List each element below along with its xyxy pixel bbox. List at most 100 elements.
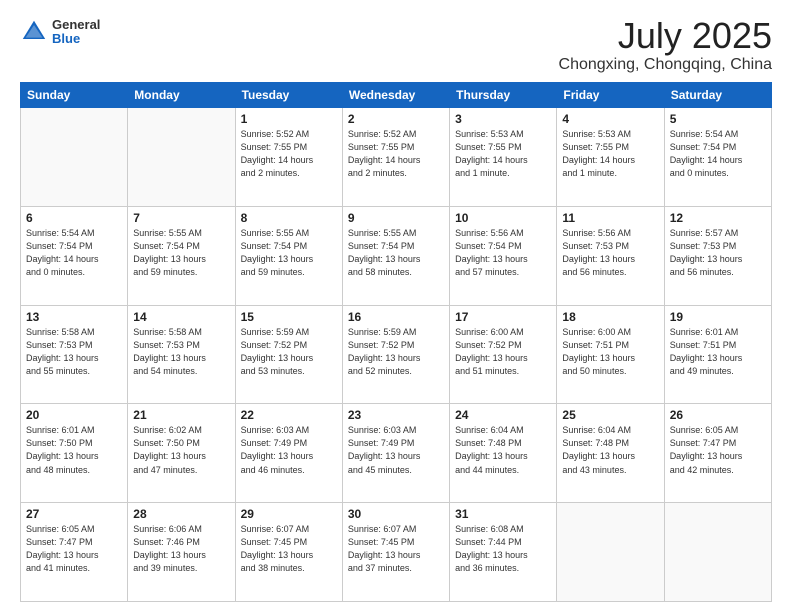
day-number: 4 [562,112,658,126]
day-info: Sunrise: 5:55 AM Sunset: 7:54 PM Dayligh… [348,227,444,279]
day-info: Sunrise: 6:01 AM Sunset: 7:51 PM Dayligh… [670,326,766,378]
day-number: 9 [348,211,444,225]
calendar-day-cell [664,503,771,602]
day-number: 21 [133,408,229,422]
calendar-day-cell: 9 Sunrise: 5:55 AM Sunset: 7:54 PM Daylig… [342,206,449,305]
day-info: Sunrise: 5:52 AM Sunset: 7:55 PM Dayligh… [241,128,337,180]
day-number: 6 [26,211,122,225]
weekday-header-row: SundayMondayTuesdayWednesdayThursdayFrid… [21,83,772,108]
calendar-day-cell: 6 Sunrise: 5:54 AM Sunset: 7:54 PM Daylig… [21,206,128,305]
day-number: 22 [241,408,337,422]
calendar-day-cell: 16 Sunrise: 5:59 AM Sunset: 7:52 PM Dayli… [342,305,449,404]
location: Chongxing, Chongqing, China [559,56,772,74]
calendar-table: SundayMondayTuesdayWednesdayThursdayFrid… [20,82,772,602]
logo-icon [20,18,48,46]
calendar-day-cell [557,503,664,602]
calendar-day-cell: 22 Sunrise: 6:03 AM Sunset: 7:49 PM Dayli… [235,404,342,503]
day-info: Sunrise: 5:59 AM Sunset: 7:52 PM Dayligh… [241,326,337,378]
day-info: Sunrise: 6:05 AM Sunset: 7:47 PM Dayligh… [26,523,122,575]
logo-blue: Blue [52,32,100,46]
calendar-day-cell: 24 Sunrise: 6:04 AM Sunset: 7:48 PM Dayli… [450,404,557,503]
page: General Blue July 2025 Chongxing, Chongq… [0,0,792,612]
day-info: Sunrise: 5:52 AM Sunset: 7:55 PM Dayligh… [348,128,444,180]
weekday-header-cell: Wednesday [342,83,449,108]
calendar-day-cell: 14Sunrise: 5:58 AM Sunset: 7:53 PM Dayli… [128,305,235,404]
calendar-day-cell: 31Sunrise: 6:08 AM Sunset: 7:44 PM Dayli… [450,503,557,602]
day-number: 17 [455,310,551,324]
calendar-day-cell: 26Sunrise: 6:05 AM Sunset: 7:47 PM Dayli… [664,404,771,503]
calendar-day-cell: 2 Sunrise: 5:52 AM Sunset: 7:55 PM Daylig… [342,108,449,207]
day-info: Sunrise: 6:03 AM Sunset: 7:49 PM Dayligh… [241,424,337,476]
day-info: Sunrise: 5:56 AM Sunset: 7:53 PM Dayligh… [562,227,658,279]
day-number: 26 [670,408,766,422]
day-info: Sunrise: 5:57 AM Sunset: 7:53 PM Dayligh… [670,227,766,279]
day-info: Sunrise: 5:53 AM Sunset: 7:55 PM Dayligh… [455,128,551,180]
calendar-day-cell: 18Sunrise: 6:00 AM Sunset: 7:51 PM Dayli… [557,305,664,404]
calendar-day-cell: 17Sunrise: 6:00 AM Sunset: 7:52 PM Dayli… [450,305,557,404]
logo-general: General [52,18,100,32]
day-number: 7 [133,211,229,225]
day-info: Sunrise: 6:07 AM Sunset: 7:45 PM Dayligh… [348,523,444,575]
calendar-day-cell [21,108,128,207]
calendar-day-cell [128,108,235,207]
day-number: 24 [455,408,551,422]
day-number: 14 [133,310,229,324]
calendar-day-cell: 8Sunrise: 5:55 AM Sunset: 7:54 PM Daylig… [235,206,342,305]
calendar-week-row: 27 Sunrise: 6:05 AM Sunset: 7:47 PM Dayli… [21,503,772,602]
month-title: July 2025 [559,18,772,54]
calendar-day-cell: 1 Sunrise: 5:52 AM Sunset: 7:55 PM Daylig… [235,108,342,207]
day-number: 16 [348,310,444,324]
day-number: 27 [26,507,122,521]
calendar-day-cell: 21 Sunrise: 6:02 AM Sunset: 7:50 PM Dayli… [128,404,235,503]
calendar-day-cell: 20 Sunrise: 6:01 AM Sunset: 7:50 PM Dayli… [21,404,128,503]
calendar-day-cell: 23Sunrise: 6:03 AM Sunset: 7:49 PM Dayli… [342,404,449,503]
day-number: 19 [670,310,766,324]
calendar-day-cell: 30 Sunrise: 6:07 AM Sunset: 7:45 PM Dayli… [342,503,449,602]
day-number: 30 [348,507,444,521]
day-number: 28 [133,507,229,521]
title-block: July 2025 Chongxing, Chongqing, China [559,18,772,74]
header: General Blue July 2025 Chongxing, Chongq… [20,18,772,74]
calendar-week-row: 6 Sunrise: 5:54 AM Sunset: 7:54 PM Daylig… [21,206,772,305]
day-info: Sunrise: 5:55 AM Sunset: 7:54 PM Dayligh… [133,227,229,279]
calendar-day-cell: 3 Sunrise: 5:53 AM Sunset: 7:55 PM Daylig… [450,108,557,207]
day-number: 25 [562,408,658,422]
day-number: 29 [241,507,337,521]
day-number: 2 [348,112,444,126]
day-number: 1 [241,112,337,126]
day-info: Sunrise: 5:54 AM Sunset: 7:54 PM Dayligh… [670,128,766,180]
weekday-header-cell: Tuesday [235,83,342,108]
day-info: Sunrise: 6:04 AM Sunset: 7:48 PM Dayligh… [562,424,658,476]
calendar-day-cell: 29 Sunrise: 6:07 AM Sunset: 7:45 PM Dayli… [235,503,342,602]
weekday-header-cell: Sunday [21,83,128,108]
day-info: Sunrise: 6:07 AM Sunset: 7:45 PM Dayligh… [241,523,337,575]
day-info: Sunrise: 5:59 AM Sunset: 7:52 PM Dayligh… [348,326,444,378]
calendar-day-cell: 27 Sunrise: 6:05 AM Sunset: 7:47 PM Dayli… [21,503,128,602]
weekday-header-cell: Monday [128,83,235,108]
day-info: Sunrise: 5:56 AM Sunset: 7:54 PM Dayligh… [455,227,551,279]
calendar-day-cell: 15 Sunrise: 5:59 AM Sunset: 7:52 PM Dayli… [235,305,342,404]
calendar-week-row: 20 Sunrise: 6:01 AM Sunset: 7:50 PM Dayli… [21,404,772,503]
calendar-day-cell: 11 Sunrise: 5:56 AM Sunset: 7:53 PM Dayli… [557,206,664,305]
day-info: Sunrise: 6:04 AM Sunset: 7:48 PM Dayligh… [455,424,551,476]
weekday-header-cell: Thursday [450,83,557,108]
calendar-day-cell: 7 Sunrise: 5:55 AM Sunset: 7:54 PM Daylig… [128,206,235,305]
day-info: Sunrise: 5:53 AM Sunset: 7:55 PM Dayligh… [562,128,658,180]
weekday-header-cell: Saturday [664,83,771,108]
day-info: Sunrise: 6:01 AM Sunset: 7:50 PM Dayligh… [26,424,122,476]
day-number: 5 [670,112,766,126]
weekday-header-cell: Friday [557,83,664,108]
logo: General Blue [20,18,100,47]
calendar-day-cell: 25 Sunrise: 6:04 AM Sunset: 7:48 PM Dayli… [557,404,664,503]
day-number: 31 [455,507,551,521]
calendar-day-cell: 10Sunrise: 5:56 AM Sunset: 7:54 PM Dayli… [450,206,557,305]
day-number: 15 [241,310,337,324]
logo-text: General Blue [52,18,100,47]
day-number: 20 [26,408,122,422]
day-info: Sunrise: 5:54 AM Sunset: 7:54 PM Dayligh… [26,227,122,279]
day-info: Sunrise: 6:02 AM Sunset: 7:50 PM Dayligh… [133,424,229,476]
day-number: 3 [455,112,551,126]
day-number: 12 [670,211,766,225]
day-info: Sunrise: 6:03 AM Sunset: 7:49 PM Dayligh… [348,424,444,476]
day-number: 11 [562,211,658,225]
